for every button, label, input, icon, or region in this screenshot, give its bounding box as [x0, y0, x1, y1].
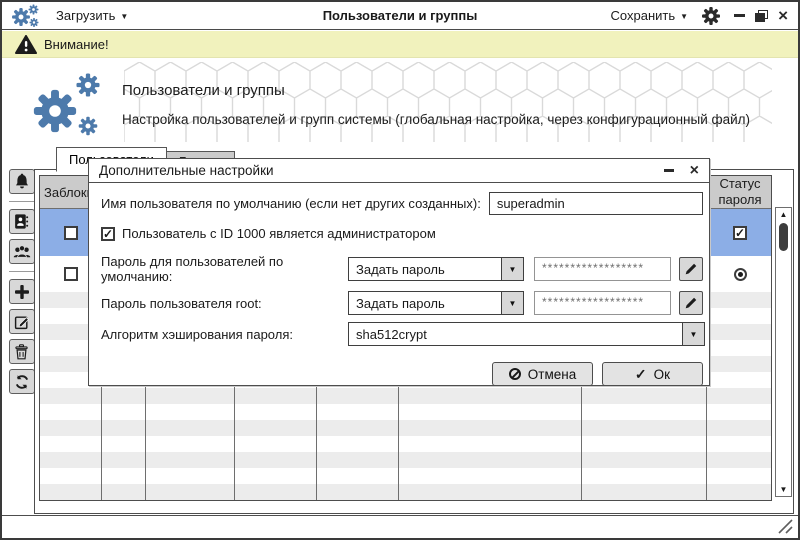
- titlebar: Загрузить ▼ Пользователи и группы Сохран…: [2, 2, 798, 30]
- edit-user-button[interactable]: [9, 309, 35, 334]
- user-group-icon: [13, 244, 31, 260]
- vertical-scrollbar[interactable]: ▲ ▼: [775, 207, 792, 497]
- combo-value: sha512crypt: [349, 323, 682, 345]
- combo-value: Задать пароль: [349, 258, 501, 280]
- password-status-checkbox-checked[interactable]: ✓: [733, 226, 747, 240]
- load-button-label: Загрузить: [56, 8, 115, 23]
- dialog-titlebar: Дополнительные настройки ×: [89, 159, 709, 183]
- scroll-down-icon[interactable]: ▼: [780, 483, 788, 496]
- edit-root-password-button[interactable]: [679, 291, 703, 315]
- cancel-button[interactable]: Отмена: [492, 362, 593, 386]
- combo-value: Задать пароль: [349, 292, 501, 314]
- hexagon-pattern-background: [124, 62, 772, 142]
- pencil-icon: [684, 262, 698, 276]
- root-password-input[interactable]: ******************: [534, 291, 671, 315]
- side-toolbar: [8, 169, 35, 399]
- pencil-icon: [684, 296, 698, 310]
- dialog-minimize-icon[interactable]: [664, 169, 674, 172]
- warning-text: Внимание!: [44, 37, 109, 52]
- close-icon[interactable]: ×: [778, 9, 788, 23]
- default-password-input[interactable]: ******************: [534, 257, 671, 281]
- delete-user-button[interactable]: [9, 339, 35, 364]
- minimize-icon[interactable]: [734, 14, 745, 17]
- toolbar-separator: [9, 201, 35, 202]
- user-groups-button[interactable]: [9, 239, 35, 264]
- bell-icon: [13, 173, 31, 191]
- chevron-down-icon: ▼: [680, 11, 688, 21]
- add-user-button[interactable]: [9, 279, 35, 304]
- hash-algorithm-select[interactable]: sha512crypt ▼: [348, 322, 705, 346]
- address-book-button[interactable]: [9, 209, 35, 234]
- chevron-down-icon[interactable]: ▼: [682, 323, 704, 345]
- cancel-button-label: Отмена: [528, 367, 576, 382]
- hash-algorithm-label: Алгоритм хэширования пароля:: [101, 327, 348, 342]
- edit-default-password-button[interactable]: [679, 257, 703, 281]
- warning-bar: Внимание!: [2, 31, 798, 58]
- app-window: Загрузить ▼ Пользователи и группы Сохран…: [0, 0, 800, 540]
- scrollbar-thumb[interactable]: [779, 223, 788, 251]
- column-header-password-status[interactable]: Статус пароля: [707, 176, 773, 208]
- cell-password-status: [707, 256, 773, 292]
- delete-trash-icon: [14, 344, 29, 360]
- default-username-label: Имя пользователя по умолчанию (если нет …: [101, 196, 481, 211]
- users-gears-icon: [28, 68, 106, 142]
- admin-id1000-label: Пользователь с ID 1000 является админист…: [122, 226, 436, 241]
- scroll-up-icon[interactable]: ▲: [780, 208, 788, 221]
- dialog-title: Дополнительные настройки: [99, 163, 274, 178]
- save-button-label: Сохранить: [611, 8, 676, 23]
- password-status-radio-selected[interactable]: [734, 268, 747, 281]
- default-username-input[interactable]: [489, 192, 703, 215]
- blocked-checkbox[interactable]: [64, 226, 78, 240]
- address-book-icon: [13, 213, 30, 230]
- root-password-mode-select[interactable]: Задать пароль ▼: [348, 291, 524, 315]
- default-password-label: Пароль для пользователей по умолчанию:: [101, 254, 348, 284]
- module-subtitle: Настройка пользователей и групп системы …: [122, 112, 750, 127]
- notifications-button[interactable]: [9, 169, 35, 194]
- ok-button-label: Ок: [654, 367, 670, 382]
- module-header: Пользователи и группы Настройка пользова…: [2, 58, 798, 146]
- status-bar: [2, 515, 798, 538]
- additional-settings-dialog: Дополнительные настройки × Имя пользоват…: [88, 158, 710, 386]
- toolbar-separator: [9, 271, 35, 272]
- edit-icon: [14, 314, 30, 330]
- ok-button[interactable]: ✓ Ок: [602, 362, 703, 386]
- chevron-down-icon: ▼: [120, 11, 128, 21]
- refresh-icon: [14, 374, 30, 390]
- app-logo-gears-icon: [10, 3, 40, 29]
- module-title: Пользователи и группы: [122, 82, 285, 99]
- maximize-icon[interactable]: [755, 10, 768, 22]
- default-password-mode-select[interactable]: Задать пароль ▼: [348, 257, 524, 281]
- cancel-icon: [509, 368, 521, 380]
- ok-check-icon: ✓: [635, 366, 647, 383]
- cell-password-status: ✓: [707, 209, 773, 256]
- load-button[interactable]: Загрузить ▼: [56, 8, 128, 23]
- save-button[interactable]: Сохранить ▼: [611, 8, 689, 23]
- refresh-button[interactable]: [9, 369, 35, 394]
- warning-triangle-icon: [15, 35, 37, 54]
- blocked-checkbox[interactable]: [64, 267, 78, 281]
- resize-grip[interactable]: [778, 519, 793, 534]
- admin-id1000-checkbox[interactable]: ✓: [101, 227, 115, 241]
- root-password-label: Пароль пользователя root:: [101, 296, 348, 311]
- dialog-close-icon[interactable]: ×: [690, 165, 699, 177]
- add-icon: [14, 284, 30, 300]
- chevron-down-icon[interactable]: ▼: [501, 292, 523, 314]
- settings-gear-icon[interactable]: [702, 7, 720, 25]
- chevron-down-icon[interactable]: ▼: [501, 258, 523, 280]
